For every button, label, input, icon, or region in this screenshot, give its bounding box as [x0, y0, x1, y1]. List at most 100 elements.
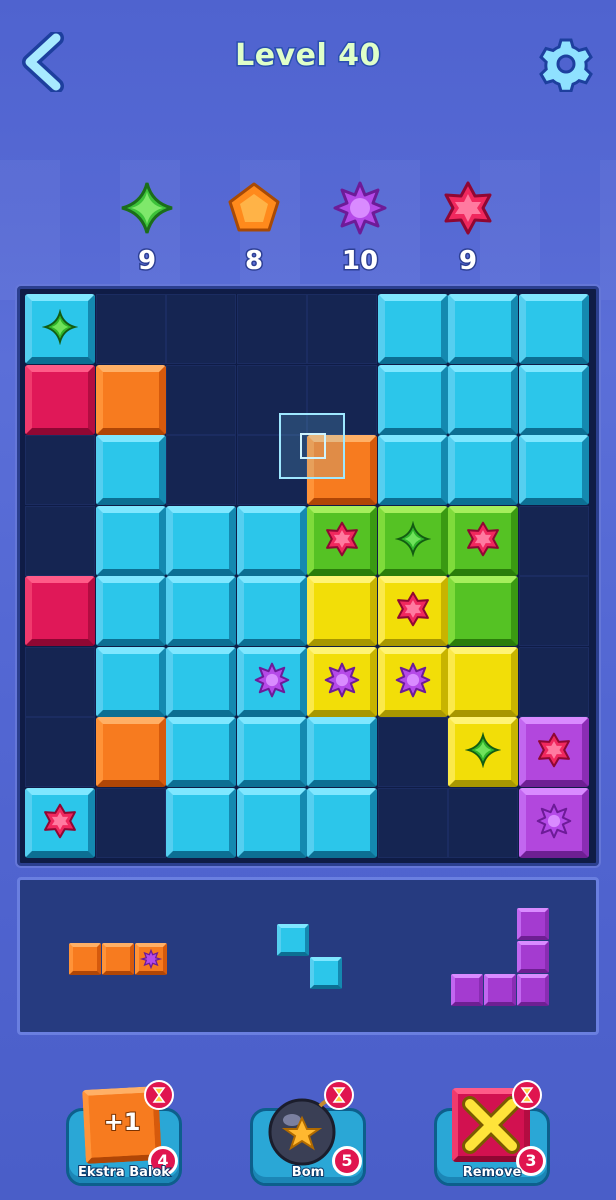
board-tile-cyan[interactable]: [166, 787, 236, 858]
tile-face: [314, 794, 370, 851]
tile-face: [243, 724, 300, 780]
board-tile-purple[interactable]: [518, 717, 589, 787]
board-tile-cyan[interactable]: [25, 787, 95, 858]
board-tile-cyan[interactable]: [236, 717, 307, 787]
goal-count: 9: [457, 245, 478, 278]
board-cell-empty[interactable]: [448, 787, 518, 858]
tile-face: [243, 583, 300, 639]
tile-face: [455, 371, 511, 428]
bomb-booster[interactable]: 5 Bom: [250, 1080, 366, 1188]
gear-icon: [539, 38, 593, 93]
board-tile-cyan[interactable]: [448, 364, 518, 435]
board-cell-empty[interactable]: [236, 294, 307, 364]
board-cell-empty[interactable]: [25, 505, 95, 576]
board-cell-empty[interactable]: [166, 294, 236, 364]
board-tile-cyan[interactable]: [95, 576, 166, 646]
board-tile-yellow[interactable]: [307, 576, 377, 646]
red-star-gem-icon: [464, 520, 502, 562]
board-tile-yellow[interactable]: [377, 646, 448, 717]
booster-label: Ekstra Balok: [77, 1164, 171, 1181]
board-cell-empty[interactable]: [518, 646, 589, 717]
board-tile-cyan[interactable]: [307, 787, 377, 858]
board-cell-empty[interactable]: [95, 294, 166, 364]
orange-pentagon-gem-icon: [228, 182, 280, 232]
board-tile-red[interactable]: [25, 576, 95, 646]
board-cell-empty[interactable]: [377, 787, 448, 858]
tile-face: [102, 371, 159, 428]
board-tile-yellow[interactable]: [307, 646, 377, 717]
extra-block-booster[interactable]: +1 4 Ekstra Balok: [66, 1080, 182, 1188]
board-tile-cyan[interactable]: [166, 717, 236, 787]
board-tile-cyan[interactable]: [236, 505, 307, 576]
tile-face: [455, 653, 511, 710]
board-tile-cyan[interactable]: [518, 435, 589, 505]
goal-red-gem: 9: [428, 180, 508, 278]
board-tile-purple[interactable]: [518, 787, 589, 858]
piece-block: [484, 974, 516, 1006]
board-tile-cyan[interactable]: [236, 576, 307, 646]
settings-button[interactable]: [538, 36, 594, 93]
purple-star-gem-icon: [323, 661, 361, 703]
board-tile-yellow[interactable]: [448, 646, 518, 717]
board-cell-empty[interactable]: [377, 717, 448, 787]
green-diamond-gem-icon: [464, 731, 502, 772]
board-tile-cyan[interactable]: [236, 646, 307, 717]
tile-face: [173, 794, 229, 851]
remove-booster[interactable]: 3 Remove: [434, 1080, 550, 1188]
board-cell-empty[interactable]: [166, 435, 236, 505]
game-board[interactable]: [17, 286, 599, 866]
board-cell-empty[interactable]: [25, 435, 95, 505]
board-cell-empty[interactable]: [25, 717, 95, 787]
board-tile-green[interactable]: [448, 505, 518, 576]
board-cell-empty[interactable]: [95, 787, 166, 858]
tile-face: [243, 794, 300, 851]
board-tile-cyan[interactable]: [95, 505, 166, 576]
board-tile-orange[interactable]: [95, 364, 166, 435]
board-cell-empty[interactable]: [518, 505, 589, 576]
tile-face: [455, 301, 511, 357]
board-tile-orange[interactable]: [95, 717, 166, 787]
board-tile-cyan[interactable]: [166, 576, 236, 646]
board-tile-cyan[interactable]: [25, 294, 95, 364]
board-tile-cyan[interactable]: [377, 435, 448, 505]
board-tile-cyan[interactable]: [377, 294, 448, 364]
board-tile-cyan[interactable]: [166, 646, 236, 717]
tile-face: [314, 724, 370, 780]
board-tile-cyan[interactable]: [95, 435, 166, 505]
board-tile-cyan[interactable]: [166, 505, 236, 576]
goal-count: 8: [243, 245, 264, 278]
board-tile-cyan[interactable]: [307, 717, 377, 787]
board-cell-empty[interactable]: [25, 646, 95, 717]
green-diamond-gem-icon: [41, 308, 79, 349]
board-tile-yellow[interactable]: [377, 576, 448, 646]
piece-block: [517, 941, 549, 973]
piece-block: [310, 957, 342, 989]
green-diamond-gem-icon: [394, 520, 431, 561]
red-star-gem-icon: [41, 802, 79, 844]
board-cell-empty[interactable]: [166, 364, 236, 435]
goal-orange-gem: 8: [214, 180, 294, 278]
board-tile-green[interactable]: [448, 576, 518, 646]
board-tile-cyan[interactable]: [518, 294, 589, 364]
piece-block: [69, 943, 101, 975]
board-cell-empty[interactable]: [307, 294, 377, 364]
board-tile-cyan[interactable]: [448, 435, 518, 505]
purple-star-gem-icon: [535, 802, 573, 844]
board-tile-cyan[interactable]: [95, 646, 166, 717]
booster-label: Remove: [462, 1164, 523, 1181]
tile-face: [525, 442, 582, 498]
tile-face: [525, 301, 582, 357]
red-star-gem-icon: [323, 520, 361, 562]
board-tile-green[interactable]: [377, 505, 448, 576]
tile-face: [173, 512, 229, 569]
board-tile-cyan[interactable]: [518, 364, 589, 435]
tile-face: [384, 301, 441, 357]
board-cell-empty[interactable]: [518, 576, 589, 646]
board-tile-red[interactable]: [25, 364, 95, 435]
board-tile-cyan[interactable]: [377, 364, 448, 435]
tile-face: [384, 371, 441, 428]
board-tile-cyan[interactable]: [448, 294, 518, 364]
board-tile-green[interactable]: [307, 505, 377, 576]
board-tile-yellow[interactable]: [448, 717, 518, 787]
board-tile-cyan[interactable]: [236, 787, 307, 858]
